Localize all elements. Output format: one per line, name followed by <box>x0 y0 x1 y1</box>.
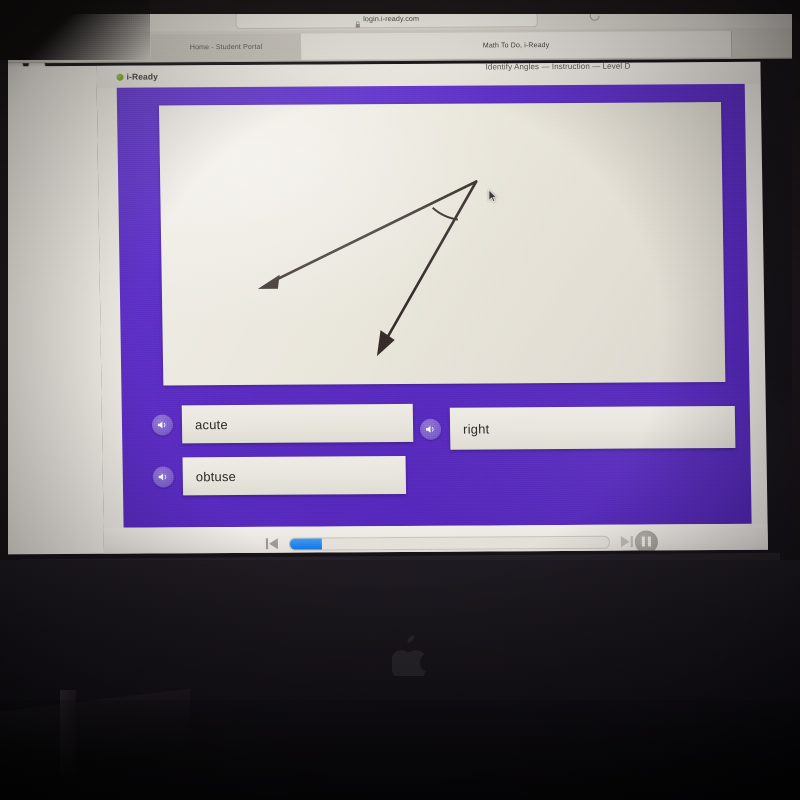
mouse-cursor-icon <box>488 188 498 203</box>
iready-logo[interactable]: i-Ready <box>116 71 159 82</box>
reload-icon[interactable] <box>588 14 602 23</box>
tab-strip: ‹ › ◫ Home - Student Portal Math To Do, … <box>8 27 792 80</box>
pause-icon[interactable] <box>634 529 659 554</box>
speaker-icon[interactable] <box>419 418 442 440</box>
apple-logo-icon <box>390 634 428 683</box>
pause-bar-right <box>647 536 651 547</box>
page-title: Identify Angles — Instruction — Level D <box>485 61 631 72</box>
iready-logo-text: i-Ready <box>126 71 159 82</box>
address-bar[interactable]: login.i-ready.com <box>235 14 538 30</box>
speaker-icon[interactable] <box>152 465 174 488</box>
speaker-icon[interactable] <box>151 413 174 436</box>
browser-chrome: login.i-ready.com ‹ › ◫ <box>8 14 792 80</box>
progress-slider[interactable] <box>288 535 610 551</box>
answer-choice-obtuse[interactable]: obtuse <box>152 455 407 496</box>
tab-label: Home - Student Portal <box>189 43 263 51</box>
close-icon[interactable]: ✕ <box>788 32 792 50</box>
skip-forward-icon[interactable] <box>619 534 635 550</box>
media-player-bar <box>103 523 769 554</box>
iready-logo-mark-icon <box>116 73 124 81</box>
page-gutter <box>8 65 105 555</box>
answer-choice-label[interactable]: acute <box>181 403 414 444</box>
iready-page: i-Ready Identify Angles — Instruction — … <box>96 61 769 554</box>
lesson-stage: Name this type of angle. <box>116 83 752 528</box>
browser-window: login.i-ready.com ‹ › ◫ <box>8 14 792 570</box>
tab-home-student-portal[interactable]: Home - Student Portal <box>150 33 303 61</box>
photo-of-imac-screen: login.i-ready.com ‹ › ◫ <box>0 0 800 800</box>
angle-diagram <box>257 180 478 357</box>
answer-choice-right[interactable]: right <box>419 405 736 450</box>
monitor-bezel: login.i-ready.com ‹ › ◫ <box>8 14 792 570</box>
tab-math-to-do[interactable]: Math To Do, i-Ready <box>300 30 733 60</box>
url-text: login.i-ready.com <box>363 14 420 24</box>
pause-bar-left <box>642 536 646 547</box>
angle-figure-card <box>158 102 726 386</box>
answer-choice-label[interactable]: obtuse <box>182 455 407 496</box>
progress-fill <box>289 537 322 550</box>
tab-label: Math To Do, i-Ready <box>482 41 550 50</box>
lock-icon <box>354 15 360 28</box>
answer-choice-label[interactable]: right <box>449 405 736 450</box>
desk-shadow <box>0 700 800 800</box>
skip-back-icon[interactable] <box>264 536 280 552</box>
answer-choice-acute[interactable]: acute <box>151 403 414 444</box>
answer-choices: acute right obtuse <box>122 402 752 526</box>
